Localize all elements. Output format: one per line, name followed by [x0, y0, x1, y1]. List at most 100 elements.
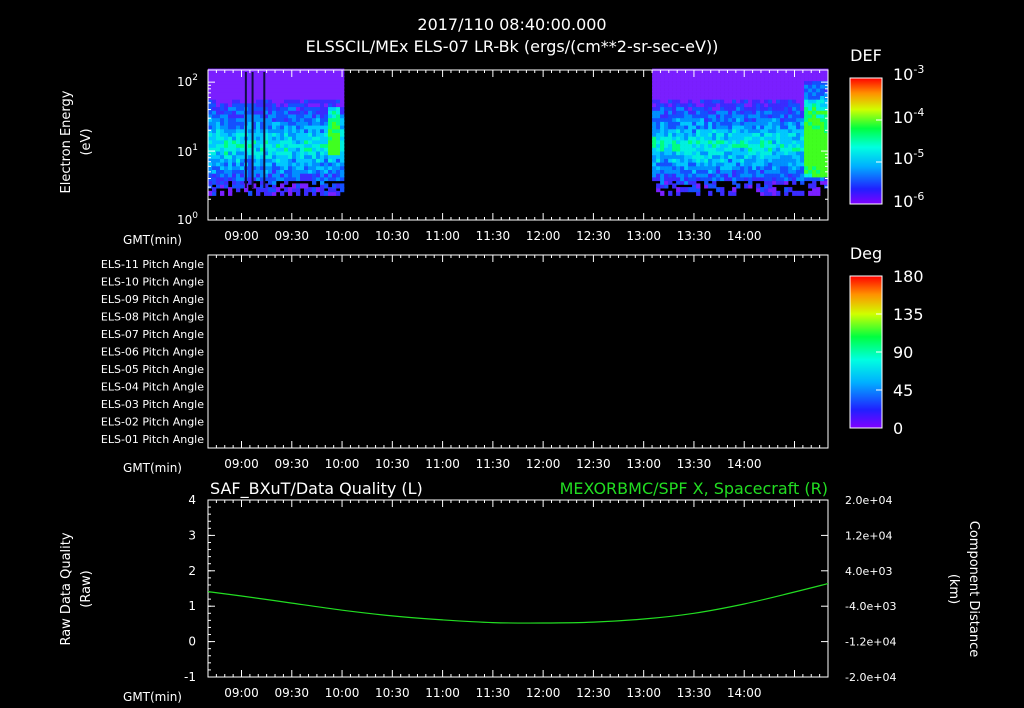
distance-ytick-label: -4.0e+03: [845, 600, 896, 613]
spectrogram-cell: [220, 68, 225, 74]
spectrogram-cell: [800, 190, 805, 196]
distance-ytick-label: -1.2e+04: [845, 636, 896, 649]
spectrogram-cell: [652, 68, 657, 74]
pitch-angle-panel: 09:00 09:30 10:00 10:30 11:00 11:30 12:00 12:30…: [101, 244, 924, 475]
spectrogram-cell: [212, 187, 217, 193]
spectrogram-cell: [708, 190, 713, 196]
time-tick-label: 13:00: [626, 457, 661, 471]
quality-ylabel-line1: Raw Data Quality: [59, 532, 74, 645]
pitch-angle-row-label: ELS-02 Pitch Angle: [101, 416, 204, 429]
spectrogram-cell: [296, 183, 301, 189]
spectrogram-cell: [228, 187, 233, 193]
spectrogram-cell: [744, 183, 749, 189]
pitch-angle-row-label: ELS-06 Pitch Angle: [101, 346, 204, 359]
spectrogram-cell: [276, 187, 281, 193]
spectrogram-cell: [680, 68, 685, 74]
time-tick-label: 12:30: [576, 457, 611, 471]
pitch-angle-row-label: ELS-03 Pitch Angle: [101, 398, 204, 411]
time-tick-label: 12:30: [576, 229, 611, 243]
time-tick-label: 10:30: [375, 686, 410, 700]
spectrogram-cell: [268, 68, 273, 74]
spectrogram-cell: [804, 68, 809, 74]
energy-ytick-exp: 2: [192, 73, 198, 83]
spectrogram-cell: [808, 183, 813, 189]
quality-position-panel: SAF_BXuT/Data Quality (L) MEXORBMC/SPF X…: [59, 479, 981, 704]
time-tick-label: 10:00: [325, 229, 360, 243]
pitch-angle-row-labels: ELS-11 Pitch Angle ELS-10 Pitch Angle ELS-…: [101, 258, 204, 446]
spectrogram-cell: [308, 187, 313, 193]
spectrogram-cell: [208, 68, 213, 74]
spectrogram-cell: [668, 190, 673, 196]
pitch-angle-row-label: ELS-11 Pitch Angle: [101, 258, 204, 271]
pitch-angle-row-label: ELS-08 Pitch Angle: [101, 311, 204, 324]
spectrogram-cell: [720, 187, 725, 193]
spectrogram-cell: [220, 190, 225, 196]
energy-ytick-base: 10: [177, 213, 192, 227]
spectrogram-cell: [820, 68, 825, 74]
spectrogram-cell: [300, 183, 305, 189]
spectrogram-cell: [772, 68, 777, 74]
spectrogram-cell: [292, 183, 297, 189]
time-tick-label: 12:30: [576, 686, 611, 700]
pitch-angle-row-label: ELS-09 Pitch Angle: [101, 293, 204, 306]
spectrogram-cell: [756, 183, 761, 189]
def-colorbar-label: 10-5: [893, 147, 924, 168]
time-tick-label: 10:00: [325, 457, 360, 471]
time-tick-label: 14:00: [727, 229, 762, 243]
energy-ytick-exp: 0: [192, 211, 198, 221]
pitch-angle-row-label: ELS-07 Pitch Angle: [101, 328, 204, 341]
energy-ytick-label: 100: [177, 211, 198, 227]
spectrogram-cell: [664, 68, 669, 74]
spectrogram-cell: [704, 68, 709, 74]
deg-colorbar-title: Deg: [850, 244, 882, 263]
spectrogram-cell: [696, 68, 701, 74]
distance-ylabel-line2: (km): [946, 574, 961, 604]
spectrogram-cell: [312, 187, 317, 193]
time-tick-label: 14:00: [727, 686, 762, 700]
spectrogram-cell: [328, 187, 333, 193]
spectrogram-cell: [796, 190, 801, 196]
spectrogram-cell: [816, 187, 821, 193]
spectrogram-cell: [284, 187, 289, 193]
quality-panel-right-title: MEXORBMC/SPF X, Spacecraft (R): [560, 479, 828, 498]
spectrogram-cell: [776, 190, 781, 196]
spectrogram-cell: [304, 68, 309, 74]
spectrogram-cell: [316, 187, 321, 193]
def-colorbar-base: 10: [893, 149, 913, 168]
spectrogram-cell: [780, 68, 785, 74]
pitch-angle-row-label: ELS-10 Pitch Angle: [101, 276, 204, 289]
spectrogram-cell: [312, 68, 317, 74]
time-tick-label: 11:00: [425, 457, 460, 471]
def-colorbar-exp: -5: [913, 147, 924, 160]
deg-colorbar-label: 180: [893, 267, 924, 286]
spectrogram-cell: [336, 190, 341, 196]
def-colorbar-exp: -4: [913, 106, 924, 119]
deg-colorbar-label: 135: [893, 305, 924, 324]
distance-ytick-label: 4.0e+03: [845, 565, 892, 578]
spectrogram-cell: [276, 68, 281, 74]
spectrogram-cell: [720, 68, 725, 74]
spectrogram-cell: [728, 190, 733, 196]
spectrogram-cell: [240, 68, 245, 74]
spectrogram-cell: [324, 68, 329, 74]
spectrogram-cell: [672, 183, 677, 189]
time-tick-label: 09:00: [224, 686, 259, 700]
spectrogram-cell: [672, 68, 677, 74]
time-tick-label: 13:30: [677, 229, 712, 243]
time-tick-label: 10:30: [375, 457, 410, 471]
spectrogram-cell: [320, 68, 325, 74]
energy-ytick-base: 10: [177, 75, 192, 89]
spectrogram-cell: [228, 68, 233, 74]
spectrogram-cell: [708, 183, 713, 189]
deg-colorbar-label: 45: [893, 381, 913, 400]
spectrogram-cell: [336, 68, 341, 74]
time-tick-label: 13:30: [677, 457, 712, 471]
time-tick-label: 09:30: [274, 229, 309, 243]
spectrogram-gap: [263, 72, 266, 188]
spectrogram-cell: [328, 68, 333, 74]
spectrogram-cell: [296, 68, 301, 74]
spectrogram-cell: [768, 68, 773, 74]
def-colorbar-title: DEF: [850, 46, 882, 65]
spectrogram-cell: [292, 68, 297, 74]
def-colorbar-exp: -3: [913, 63, 924, 76]
